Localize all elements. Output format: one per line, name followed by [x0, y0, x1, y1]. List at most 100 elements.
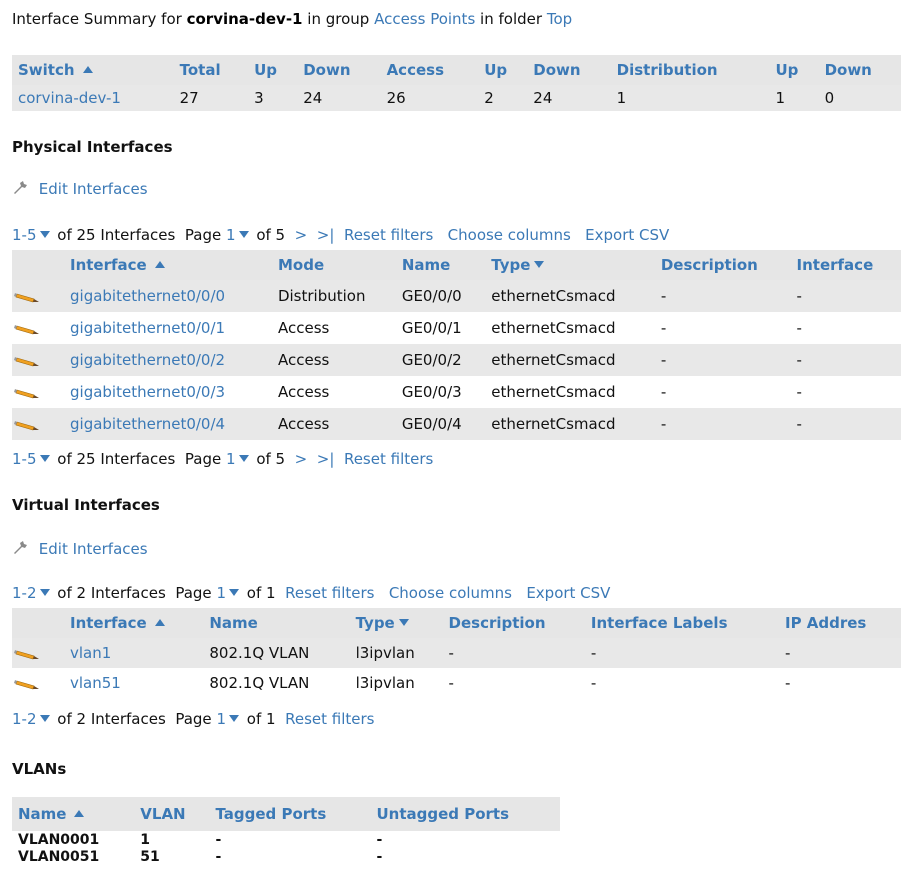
pencil-icon[interactable] — [14, 354, 42, 368]
pencil-icon[interactable] — [14, 647, 42, 661]
edit-cell[interactable] — [12, 638, 64, 668]
column-header-down[interactable]: Down — [297, 55, 380, 85]
column-header-ip-address[interactable]: IP Addres — [779, 608, 901, 638]
reset-filters-link[interactable]: Reset filters — [344, 450, 433, 468]
wrench-icon — [14, 541, 27, 554]
column-header-interface-labels[interactable]: Interface Labels — [585, 608, 779, 638]
interface-cell: gigabitethernet0/0/3 — [64, 376, 272, 408]
interface-link[interactable]: gigabitethernet0/0/0 — [70, 287, 225, 305]
chevron-down-icon[interactable] — [39, 715, 50, 722]
switch-link[interactable]: corvina-dev-1 — [18, 89, 121, 107]
interfaces-count: of 25 Interfaces — [57, 226, 176, 244]
pencil-icon[interactable] — [14, 386, 42, 400]
column-header-distribution-up[interactable]: Up — [769, 55, 818, 85]
description-cell: - — [448, 674, 454, 692]
column-header-switch[interactable]: Switch — [12, 55, 174, 85]
column-header-access-up[interactable]: Up — [478, 55, 527, 85]
description-cell: - — [660, 383, 667, 401]
column-header-access-down[interactable]: Down — [527, 55, 610, 85]
interface-cell: gigabitethernet0/0/4 — [64, 408, 272, 440]
column-header-vlan[interactable]: VLAN — [134, 797, 209, 831]
range-select[interactable]: 1-2 — [12, 584, 37, 602]
interface-cell: vlan51 — [64, 668, 203, 698]
reset-filters-link[interactable]: Reset filters — [344, 226, 433, 244]
interface-link[interactable]: gigabitethernet0/0/1 — [70, 319, 225, 337]
edit-cell[interactable] — [12, 312, 64, 344]
column-header-name[interactable]: Name — [12, 797, 134, 831]
interface-link[interactable]: gigabitethernet0/0/4 — [70, 415, 225, 433]
page-count: of 5 — [256, 226, 286, 244]
chevron-down-icon[interactable] — [39, 455, 50, 462]
column-header-distribution-down[interactable]: Down — [819, 55, 901, 85]
edit-interfaces-link[interactable]: Edit Interfaces — [39, 540, 148, 558]
column-header-description[interactable]: Description — [655, 250, 791, 280]
edit-interfaces-link[interactable]: Edit Interfaces — [39, 180, 148, 198]
physical-edit-interfaces[interactable]: Edit Interfaces — [12, 180, 148, 198]
choose-columns-link[interactable]: Choose columns — [389, 584, 512, 602]
interface-link[interactable]: vlan51 — [70, 674, 121, 692]
page-select[interactable]: 1 — [226, 450, 236, 468]
last-page-button[interactable]: >| — [317, 226, 335, 244]
export-csv-link[interactable]: Export CSV — [526, 584, 610, 602]
column-header-description[interactable]: Description — [443, 608, 585, 638]
chevron-down-icon[interactable] — [39, 589, 50, 596]
vlan-id-cell: 1 — [140, 831, 151, 848]
column-header-up[interactable]: Up — [248, 55, 297, 85]
chevron-down-icon[interactable] — [39, 231, 50, 238]
column-header-type[interactable]: Type — [350, 608, 443, 638]
column-header-name[interactable]: Name — [396, 250, 485, 280]
page-label: Page — [184, 226, 222, 244]
next-page-button[interactable]: > — [295, 226, 308, 244]
column-header-interface-labels[interactable]: Interface — [791, 250, 901, 280]
pencil-icon[interactable] — [14, 290, 42, 304]
chevron-down-icon[interactable] — [229, 715, 239, 722]
type-cell: ethernetCsmacd — [491, 415, 616, 433]
export-csv-link[interactable]: Export CSV — [585, 226, 669, 244]
column-header-interface[interactable]: Interface — [64, 250, 272, 280]
folder-link[interactable]: Top — [547, 10, 572, 28]
edit-cell[interactable] — [12, 376, 64, 408]
interface-cell: gigabitethernet0/0/0 — [64, 280, 272, 312]
edit-cell[interactable] — [12, 668, 64, 698]
column-header-name[interactable]: Name — [203, 608, 349, 638]
chevron-down-icon[interactable] — [238, 455, 249, 462]
table-row: gigabitethernet0/0/4 Access GE0/0/4 etherne… — [12, 408, 901, 440]
column-header-type[interactable]: Type — [485, 250, 655, 280]
page-select[interactable]: 1 — [226, 226, 236, 244]
edit-cell[interactable] — [12, 344, 64, 376]
column-header-untagged-ports[interactable]: Untagged Ports — [370, 797, 560, 831]
edit-cell[interactable] — [12, 280, 64, 312]
column-header-distribution[interactable]: Distribution — [611, 55, 770, 85]
chevron-down-icon[interactable] — [229, 589, 239, 596]
distribution-count: 1 — [616, 89, 627, 107]
range-select[interactable]: 1-5 — [12, 450, 37, 468]
range-select[interactable]: 1-2 — [12, 710, 37, 728]
chevron-down-icon[interactable] — [238, 231, 249, 238]
range-select[interactable]: 1-5 — [12, 226, 37, 244]
mode-cell: Access — [277, 383, 330, 401]
physical-pager-bottom: 1-5 of 25 Interfaces Page 1 of 5 > >| Re… — [12, 450, 433, 468]
sort-ascending-icon — [154, 261, 165, 268]
interface-labels-cell: - — [796, 287, 802, 305]
page-select[interactable]: 1 — [216, 584, 226, 602]
virtual-edit-interfaces[interactable]: Edit Interfaces — [12, 540, 148, 558]
column-header-total[interactable]: Total — [174, 55, 249, 85]
pencil-icon[interactable] — [14, 418, 42, 432]
column-header-interface[interactable]: Interface — [64, 608, 203, 638]
choose-columns-link[interactable]: Choose columns — [448, 226, 571, 244]
last-page-button[interactable]: >| — [317, 450, 335, 468]
pencil-icon[interactable] — [14, 322, 42, 336]
group-link[interactable]: Access Points — [374, 10, 475, 28]
column-header-access[interactable]: Access — [381, 55, 479, 85]
interface-link[interactable]: gigabitethernet0/0/3 — [70, 383, 225, 401]
reset-filters-link[interactable]: Reset filters — [285, 710, 374, 728]
next-page-button[interactable]: > — [295, 450, 308, 468]
page-select[interactable]: 1 — [216, 710, 226, 728]
interface-link[interactable]: gigabitethernet0/0/2 — [70, 351, 225, 369]
pencil-icon[interactable] — [14, 677, 42, 691]
interface-link[interactable]: vlan1 — [70, 644, 111, 662]
column-header-mode[interactable]: Mode — [272, 250, 396, 280]
edit-cell[interactable] — [12, 408, 64, 440]
column-header-tagged-ports[interactable]: Tagged Ports — [209, 797, 370, 831]
reset-filters-link[interactable]: Reset filters — [285, 584, 374, 602]
